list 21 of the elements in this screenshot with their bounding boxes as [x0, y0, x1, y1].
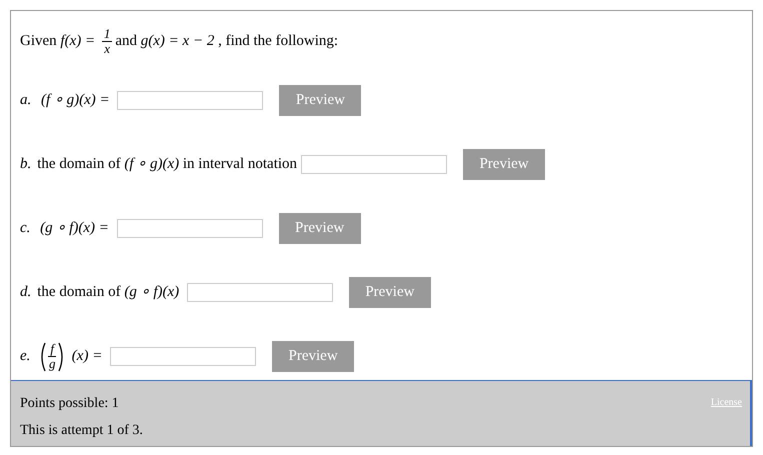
part-label: e.	[20, 347, 30, 366]
question-prompt: b. the domain of (f ∘ g)(x) in interval notation	[20, 155, 298, 174]
fraction: f g	[48, 342, 56, 371]
question-prompt: d. the domain of (g ∘ f)(x)	[20, 283, 180, 302]
answer-field[interactable]	[301, 155, 448, 174]
answer-field[interactable]	[117, 91, 264, 110]
preview-button[interactable]: Preview	[272, 341, 354, 372]
question-prompt: a. (f ∘ g)(x) =	[20, 91, 111, 110]
parenthesis-icon	[39, 342, 46, 372]
question-prompt: c. (g ∘ f)(x) =	[20, 219, 110, 238]
preview-button[interactable]: Preview	[278, 213, 361, 244]
parenthesis-icon	[58, 342, 66, 372]
attempt-text: This is attempt 1 of 3.	[20, 422, 143, 440]
preview-button[interactable]: Preview	[279, 85, 362, 116]
math-expression: (x) =	[70, 347, 104, 366]
answer-field[interactable]	[110, 347, 256, 366]
answer-field[interactable]	[186, 283, 333, 302]
answer-field[interactable]	[116, 219, 263, 238]
preview-button[interactable]: Preview	[463, 149, 546, 180]
preview-button[interactable]: Preview	[348, 277, 431, 308]
points-text: Points possible: 1	[20, 395, 119, 413]
